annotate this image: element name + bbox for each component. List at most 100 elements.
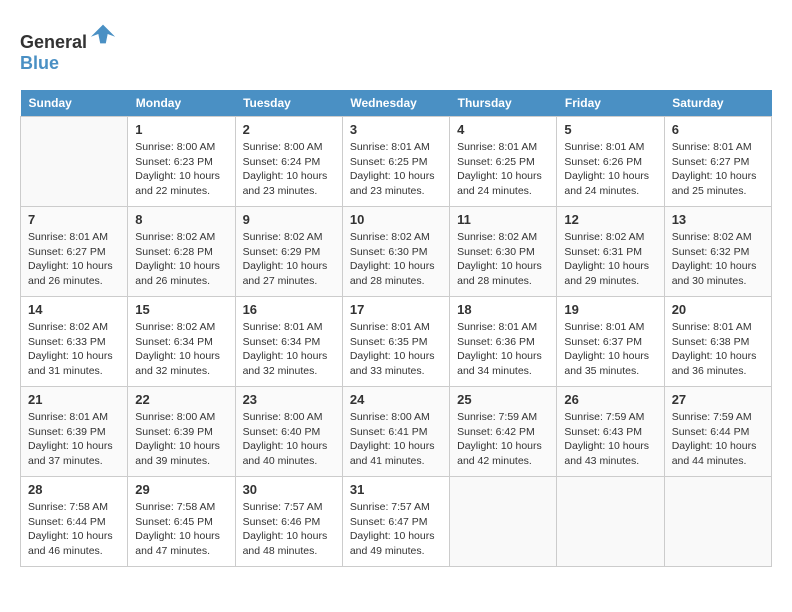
day-info: Sunrise: 8:02 AM Sunset: 6:32 PM Dayligh… [672, 230, 764, 289]
day-number: 16 [243, 302, 335, 317]
day-number: 19 [564, 302, 656, 317]
day-info: Sunrise: 7:58 AM Sunset: 6:44 PM Dayligh… [28, 500, 120, 559]
day-number: 26 [564, 392, 656, 407]
calendar-cell: 21 Sunrise: 8:01 AM Sunset: 6:39 PM Dayli… [21, 387, 128, 477]
calendar-cell: 24Sunrise: 8:00 AM Sunset: 6:41 PM Dayli… [342, 387, 449, 477]
day-number: 7 [28, 212, 120, 227]
day-number: 14 [28, 302, 120, 317]
day-info: Sunrise: 7:58 AM Sunset: 6:45 PM Dayligh… [135, 500, 227, 559]
day-number: 2 [243, 122, 335, 137]
day-number: 11 [457, 212, 549, 227]
calendar-cell: 30 Sunrise: 7:57 AM Sunset: 6:46 PM Dayli… [235, 477, 342, 567]
day-info: Sunrise: 8:02 AM Sunset: 6:31 PM Dayligh… [564, 230, 656, 289]
day-number: 10 [350, 212, 442, 227]
day-info: Sunrise: 8:02 AM Sunset: 6:28 PM Dayligh… [135, 230, 227, 289]
day-info: Sunrise: 8:02 AM Sunset: 6:34 PM Dayligh… [135, 320, 227, 379]
calendar-cell: 15Sunrise: 8:02 AM Sunset: 6:34 PM Dayli… [128, 297, 235, 387]
day-of-week-header: Sunday [21, 90, 128, 117]
day-number: 1 [135, 122, 227, 137]
day-info: Sunrise: 8:01 AM Sunset: 6:27 PM Dayligh… [672, 140, 764, 199]
calendar-cell: 10 Sunrise: 8:02 AM Sunset: 6:30 PM Dayli… [342, 207, 449, 297]
day-number: 24 [350, 392, 442, 407]
calendar-cell: 23 Sunrise: 8:00 AM Sunset: 6:40 PM Dayli… [235, 387, 342, 477]
day-number: 18 [457, 302, 549, 317]
calendar-cell: 7 Sunrise: 8:01 AM Sunset: 6:27 PM Daylig… [21, 207, 128, 297]
day-info: Sunrise: 8:01 AM Sunset: 6:37 PM Dayligh… [564, 320, 656, 379]
day-info: Sunrise: 8:01 AM Sunset: 6:39 PM Dayligh… [28, 410, 120, 469]
day-info: Sunrise: 7:57 AM Sunset: 6:47 PM Dayligh… [350, 500, 442, 559]
day-number: 31 [350, 482, 442, 497]
day-info: Sunrise: 8:01 AM Sunset: 6:25 PM Dayligh… [350, 140, 442, 199]
day-number: 20 [672, 302, 764, 317]
calendar-cell: 13 Sunrise: 8:02 AM Sunset: 6:32 PM Dayli… [664, 207, 771, 297]
calendar-cell: 11 Sunrise: 8:02 AM Sunset: 6:30 PM Dayli… [450, 207, 557, 297]
day-info: Sunrise: 8:01 AM Sunset: 6:25 PM Dayligh… [457, 140, 549, 199]
calendar-cell: 29 Sunrise: 7:58 AM Sunset: 6:45 PM Dayli… [128, 477, 235, 567]
calendar-cell [21, 117, 128, 207]
calendar-cell: 2Sunrise: 8:00 AM Sunset: 6:24 PM Daylig… [235, 117, 342, 207]
calendar-cell [557, 477, 664, 567]
calendar-week-row: 7 Sunrise: 8:01 AM Sunset: 6:27 PM Daylig… [21, 207, 772, 297]
day-number: 28 [28, 482, 120, 497]
calendar-cell: 20 Sunrise: 8:01 AM Sunset: 6:38 PM Dayli… [664, 297, 771, 387]
calendar-week-row: 14 Sunrise: 8:02 AM Sunset: 6:33 PM Dayli… [21, 297, 772, 387]
calendar-cell: 26 Sunrise: 7:59 AM Sunset: 6:43 PM Dayli… [557, 387, 664, 477]
calendar-cell: 12 Sunrise: 8:02 AM Sunset: 6:31 PM Dayli… [557, 207, 664, 297]
day-number: 4 [457, 122, 549, 137]
day-of-week-header: Monday [128, 90, 235, 117]
calendar-cell: 19 Sunrise: 8:01 AM Sunset: 6:37 PM Dayli… [557, 297, 664, 387]
day-number: 30 [243, 482, 335, 497]
day-info: Sunrise: 8:01 AM Sunset: 6:27 PM Dayligh… [28, 230, 120, 289]
calendar-cell: 14 Sunrise: 8:02 AM Sunset: 6:33 PM Dayli… [21, 297, 128, 387]
calendar-week-row: 28 Sunrise: 7:58 AM Sunset: 6:44 PM Dayli… [21, 477, 772, 567]
day-info: Sunrise: 8:02 AM Sunset: 6:33 PM Dayligh… [28, 320, 120, 379]
page-header: General Blue [20, 20, 772, 74]
calendar-cell: 6 Sunrise: 8:01 AM Sunset: 6:27 PM Daylig… [664, 117, 771, 207]
day-number: 29 [135, 482, 227, 497]
logo-bird-icon [89, 20, 117, 48]
day-number: 21 [28, 392, 120, 407]
day-info: Sunrise: 8:00 AM Sunset: 6:40 PM Dayligh… [243, 410, 335, 469]
day-number: 25 [457, 392, 549, 407]
day-of-week-header: Tuesday [235, 90, 342, 117]
day-info: Sunrise: 8:00 AM Sunset: 6:23 PM Dayligh… [135, 140, 227, 199]
calendar-cell: 8 Sunrise: 8:02 AM Sunset: 6:28 PM Daylig… [128, 207, 235, 297]
calendar-cell [450, 477, 557, 567]
calendar-cell: 1 Sunrise: 8:00 AM Sunset: 6:23 PM Daylig… [128, 117, 235, 207]
calendar-cell: 3 Sunrise: 8:01 AM Sunset: 6:25 PM Daylig… [342, 117, 449, 207]
day-info: Sunrise: 8:01 AM Sunset: 6:26 PM Dayligh… [564, 140, 656, 199]
day-number: 6 [672, 122, 764, 137]
day-info: Sunrise: 7:59 AM Sunset: 6:44 PM Dayligh… [672, 410, 764, 469]
day-of-week-header: Friday [557, 90, 664, 117]
calendar-cell: 5Sunrise: 8:01 AM Sunset: 6:26 PM Daylig… [557, 117, 664, 207]
calendar-cell: 16Sunrise: 8:01 AM Sunset: 6:34 PM Dayli… [235, 297, 342, 387]
day-info: Sunrise: 8:02 AM Sunset: 6:30 PM Dayligh… [457, 230, 549, 289]
calendar-cell: 22Sunrise: 8:00 AM Sunset: 6:39 PM Dayli… [128, 387, 235, 477]
day-number: 13 [672, 212, 764, 227]
day-of-week-header: Saturday [664, 90, 771, 117]
calendar-cell: 17Sunrise: 8:01 AM Sunset: 6:35 PM Dayli… [342, 297, 449, 387]
day-number: 23 [243, 392, 335, 407]
day-info: Sunrise: 8:01 AM Sunset: 6:35 PM Dayligh… [350, 320, 442, 379]
logo-text-blue: Blue [20, 53, 59, 73]
day-info: Sunrise: 8:02 AM Sunset: 6:30 PM Dayligh… [350, 230, 442, 289]
day-info: Sunrise: 7:59 AM Sunset: 6:42 PM Dayligh… [457, 410, 549, 469]
day-number: 12 [564, 212, 656, 227]
calendar-cell [664, 477, 771, 567]
day-of-week-header: Wednesday [342, 90, 449, 117]
calendar-cell: 28 Sunrise: 7:58 AM Sunset: 6:44 PM Dayli… [21, 477, 128, 567]
day-number: 3 [350, 122, 442, 137]
calendar-header-row: SundayMondayTuesdayWednesdayThursdayFrid… [21, 90, 772, 117]
day-number: 22 [135, 392, 227, 407]
day-info: Sunrise: 7:59 AM Sunset: 6:43 PM Dayligh… [564, 410, 656, 469]
calendar-week-row: 1 Sunrise: 8:00 AM Sunset: 6:23 PM Daylig… [21, 117, 772, 207]
day-number: 8 [135, 212, 227, 227]
calendar-cell: 25 Sunrise: 7:59 AM Sunset: 6:42 PM Dayli… [450, 387, 557, 477]
day-info: Sunrise: 8:01 AM Sunset: 6:36 PM Dayligh… [457, 320, 549, 379]
calendar-week-row: 21 Sunrise: 8:01 AM Sunset: 6:39 PM Dayli… [21, 387, 772, 477]
calendar-table: SundayMondayTuesdayWednesdayThursdayFrid… [20, 90, 772, 567]
day-info: Sunrise: 8:01 AM Sunset: 6:38 PM Dayligh… [672, 320, 764, 379]
calendar-cell: 27Sunrise: 7:59 AM Sunset: 6:44 PM Dayli… [664, 387, 771, 477]
day-info: Sunrise: 7:57 AM Sunset: 6:46 PM Dayligh… [243, 500, 335, 559]
day-number: 9 [243, 212, 335, 227]
